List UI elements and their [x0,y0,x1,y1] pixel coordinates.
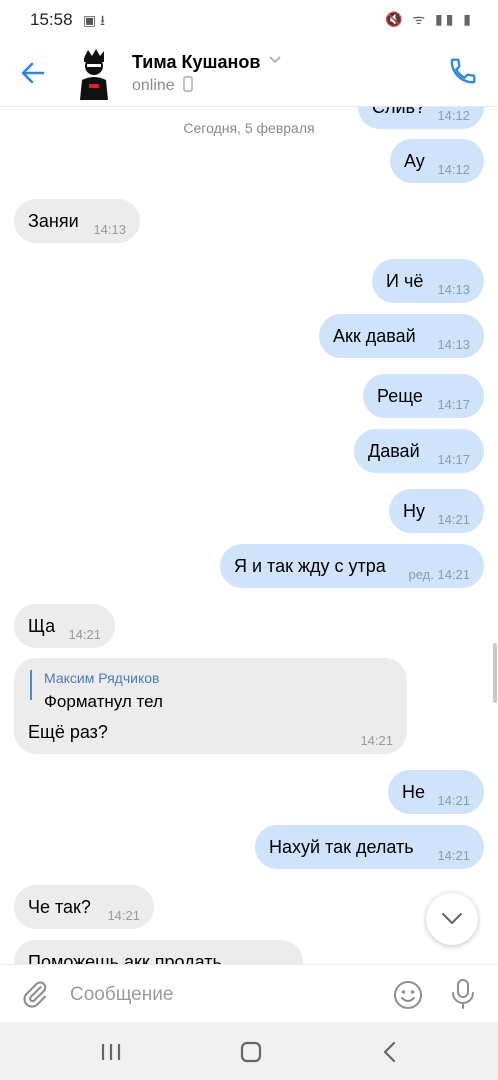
contact-status: online [132,76,193,95]
message-text: Акк давай [333,326,416,346]
chevron-down-icon [442,913,462,924]
message-bubble-outgoing[interactable]: Не 14:21 [388,770,484,814]
message-text: Ну [403,501,425,521]
message-time: 14:12 [437,162,470,177]
message-text: Ещё раз? [28,722,108,742]
message-bubble-incoming[interactable]: Ща 14:21 [14,604,115,648]
message-text: И чё [386,271,424,291]
avatar[interactable] [72,46,116,100]
quoted-text: Форматнул тел [44,692,163,711]
message-bubble-incoming[interactable]: Поможешь акк продать [14,940,303,964]
emoji-icon[interactable] [392,979,424,1016]
message-text: Нахуй так делать [269,837,414,857]
message-text: Реще [377,386,423,406]
chevron-down-icon[interactable] [268,52,282,69]
home-icon[interactable] [240,1041,262,1068]
recent-apps-icon[interactable] [100,1042,122,1067]
system-status-icons: 🔇 ᯤ ▮▮ ▮ [385,11,474,27]
message-bubble-outgoing[interactable]: Ну 14:21 [389,489,484,533]
message-time: 14:17 [437,397,470,412]
scroll-to-bottom-button[interactable] [426,893,478,945]
message-bubble-outgoing[interactable]: Давай 14:17 [354,429,484,473]
status-time: 15:58 [30,10,73,29]
message-time: 14:13 [93,222,126,237]
notification-icons: ▣ ⭳ [83,12,106,28]
scrollbar[interactable] [493,643,497,703]
message-bubble-incoming[interactable]: Заняи 14:13 [14,199,140,243]
message-input[interactable] [68,977,382,1013]
call-phone-icon[interactable] [448,56,480,88]
message-text: Давай [368,441,420,461]
message-time: 14:21 [68,627,101,642]
message-list[interactable]: Слив? 14:12 Сегодня, 5 февраля Ау 14:12 … [0,107,498,964]
message-time: 14:13 [437,337,470,352]
date-separator: Сегодня, 5 февраля [183,120,315,136]
message-time: 14:21 [437,512,470,527]
message-bubble-reply[interactable]: Максим Рядчиков Форматнул тел Ещё раз? 1… [14,658,407,754]
message-text: Че так? [28,897,91,917]
system-navigation-bar [0,1022,498,1080]
message-text: Слив? [372,107,426,117]
back-nav-icon[interactable] [382,1041,398,1068]
message-bubble-outgoing[interactable]: Акк давай 14:13 [319,314,484,358]
message-text: Заняи [28,211,79,231]
message-time: ред. 14:21 [408,567,470,582]
message-bubble-outgoing[interactable]: Ау 14:12 [390,139,484,183]
paperclip-icon[interactable] [20,979,50,1014]
message-composer [0,964,498,1023]
phone-device-icon [183,76,193,92]
message-bubble-incoming[interactable]: Че так? 14:21 [14,885,154,929]
message-time: 14:21 [360,733,393,748]
message-time: 14:21 [107,908,140,923]
microphone-icon[interactable] [450,978,476,1015]
message-text: Я и так жду с утра [234,556,386,576]
message-time: 14:17 [437,452,470,467]
status-bar: 15:58 ▣ ⭳ 🔇 ᯤ ▮▮ ▮ [0,0,498,40]
message-time: 14:13 [437,282,470,297]
quoted-author[interactable]: Максим Рядчиков [44,670,159,686]
message-time: 14:21 [437,848,470,863]
chat-header: Тима Кушанов online [0,40,498,107]
status-text: online [132,77,175,94]
message-text: Ща [28,616,56,636]
message-bubble-outgoing[interactable]: Я и так жду с утра ред. 14:21 [220,544,484,588]
message-text: Не [402,782,426,802]
message-text: Ау [404,151,425,171]
message-time: 14:21 [437,793,470,808]
quote-bar [30,670,32,700]
message-bubble-outgoing[interactable]: И чё 14:13 [372,259,484,303]
message-bubble-outgoing[interactable]: Реще 14:17 [363,374,484,418]
message-bubble-outgoing[interactable]: Нахуй так делать 14:21 [255,825,484,869]
back-arrow-icon[interactable] [18,58,50,90]
message-text: Поможешь акк продать [28,952,222,964]
contact-name[interactable]: Тима Кушанов [132,52,260,73]
